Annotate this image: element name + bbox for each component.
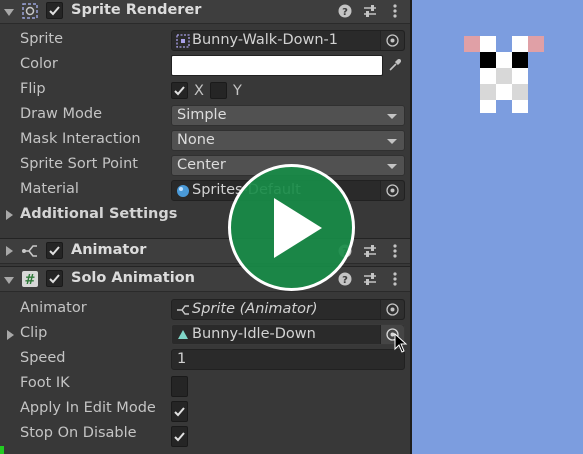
chevron-down-icon xyxy=(387,139,397,144)
solo-animation-enabled-checkbox[interactable] xyxy=(46,270,63,287)
sprite-label: Sprite xyxy=(20,31,64,47)
color-row: Color xyxy=(0,53,410,78)
presets-icon[interactable] xyxy=(360,1,380,21)
flip-x-checkbox[interactable] xyxy=(171,82,188,99)
context-menu-icon[interactable] xyxy=(385,269,405,289)
flip-x-label: X xyxy=(194,82,204,99)
sprite-renderer-icon xyxy=(22,3,38,19)
presets-icon[interactable] xyxy=(360,241,380,261)
material-label: Material xyxy=(20,181,79,197)
draw-mode-label: Draw Mode xyxy=(20,106,102,122)
clip-field[interactable]: Bunny-Idle-Down xyxy=(171,324,405,345)
speed-value: 1 xyxy=(177,351,187,367)
foot-ik-row: Foot IK xyxy=(0,372,410,397)
mask-interaction-row: Mask Interaction None xyxy=(0,128,410,153)
apply-edit-mode-checkbox[interactable] xyxy=(171,401,188,422)
chevron-down-icon xyxy=(387,164,397,169)
apply-edit-mode-label: Apply In Edit Mode xyxy=(20,400,156,416)
sprite-field[interactable]: Bunny-Walk-Down-1 xyxy=(171,30,405,51)
color-label: Color xyxy=(20,56,58,72)
clip-row: Clip Bunny-Idle-Down xyxy=(0,322,410,347)
flip-toggles: X Y xyxy=(171,80,242,101)
sprite-value: Bunny-Walk-Down-1 xyxy=(192,32,338,48)
context-menu-icon[interactable] xyxy=(385,241,405,261)
draw-mode-row: Draw Mode Simple xyxy=(0,103,410,128)
flip-y-checkbox[interactable] xyxy=(209,82,227,99)
status-marker xyxy=(0,446,4,454)
animator-icon xyxy=(22,245,37,257)
speed-label: Speed xyxy=(20,350,66,366)
material-icon xyxy=(177,185,189,197)
object-picker-icon[interactable] xyxy=(380,181,404,200)
object-picker-icon[interactable] xyxy=(380,300,404,319)
component-title: Sprite Renderer xyxy=(71,2,202,18)
mask-interaction-value: None xyxy=(177,132,215,148)
flip-row: Flip X Y xyxy=(0,78,410,103)
chevron-down-icon xyxy=(387,114,397,119)
animator-enabled-checkbox[interactable] xyxy=(46,242,63,259)
speed-input[interactable]: 1 xyxy=(171,349,405,370)
apply-edit-mode-row: Apply In Edit Mode xyxy=(0,397,410,422)
foot-ik-checkbox[interactable] xyxy=(171,376,188,397)
sprite-renderer-header[interactable]: Sprite Renderer ? xyxy=(0,0,410,24)
foldout-arrow-icon[interactable] xyxy=(6,210,13,220)
flip-label: Flip xyxy=(20,81,46,97)
mouse-cursor-icon xyxy=(394,333,408,353)
help-icon[interactable]: ? xyxy=(335,269,355,289)
foldout-arrow-icon[interactable] xyxy=(7,330,14,340)
animator-row: Animator Sprite (Animator) xyxy=(0,297,410,322)
solo-animation-header[interactable]: # Solo Animation ? xyxy=(0,266,410,292)
scene-view[interactable] xyxy=(412,0,583,454)
component-title: Solo Animation xyxy=(71,270,195,286)
foldout-arrow-icon[interactable] xyxy=(4,9,14,16)
clip-value: Bunny-Idle-Down xyxy=(192,326,316,342)
object-picker-icon[interactable] xyxy=(380,31,404,50)
sprite-row: Sprite Bunny-Walk-Down-1 xyxy=(0,28,410,53)
speed-row: Speed 1 xyxy=(0,347,410,372)
script-icon: # xyxy=(22,271,38,288)
additional-settings-label: Additional Settings xyxy=(20,206,178,222)
foldout-arrow-icon[interactable] xyxy=(4,277,14,284)
animator-icon xyxy=(177,305,189,315)
sort-point-value: Center xyxy=(177,157,226,173)
draw-mode-dropdown[interactable]: Simple xyxy=(171,105,405,126)
foot-ik-label: Foot IK xyxy=(20,375,70,391)
draw-mode-value: Simple xyxy=(177,107,227,123)
foldout-arrow-icon[interactable] xyxy=(6,246,13,256)
stop-on-disable-row: Stop On Disable xyxy=(0,422,410,447)
animation-clip-icon xyxy=(178,330,188,339)
stop-on-disable-label: Stop On Disable xyxy=(20,425,137,441)
eyedropper-icon[interactable] xyxy=(385,55,405,75)
sprite-renderer-enabled-checkbox[interactable] xyxy=(46,2,63,19)
sprite-asset-icon xyxy=(176,34,190,48)
color-field[interactable] xyxy=(171,55,383,76)
clip-label: Clip xyxy=(20,325,48,341)
component-title: Animator xyxy=(71,242,147,258)
svg-text:?: ? xyxy=(342,7,348,18)
animator-field[interactable]: Sprite (Animator) xyxy=(171,299,405,320)
play-button[interactable] xyxy=(228,164,355,291)
play-icon xyxy=(273,197,322,258)
help-icon[interactable]: ? xyxy=(335,1,355,21)
svg-text:#: # xyxy=(25,273,36,288)
mask-interaction-dropdown[interactable]: None xyxy=(171,130,405,151)
animator-label: Animator xyxy=(20,300,87,316)
mask-interaction-label: Mask Interaction xyxy=(20,131,141,147)
presets-icon[interactable] xyxy=(360,269,380,289)
stop-on-disable-checkbox[interactable] xyxy=(171,426,188,447)
animator-value: Sprite (Animator) xyxy=(192,301,318,317)
flip-y-label: Y xyxy=(232,82,242,99)
sort-point-row: Sprite Sort Point Center xyxy=(0,153,410,178)
svg-text:?: ? xyxy=(342,275,348,286)
context-menu-icon[interactable] xyxy=(385,1,405,21)
sort-point-label: Sprite Sort Point xyxy=(20,156,138,172)
